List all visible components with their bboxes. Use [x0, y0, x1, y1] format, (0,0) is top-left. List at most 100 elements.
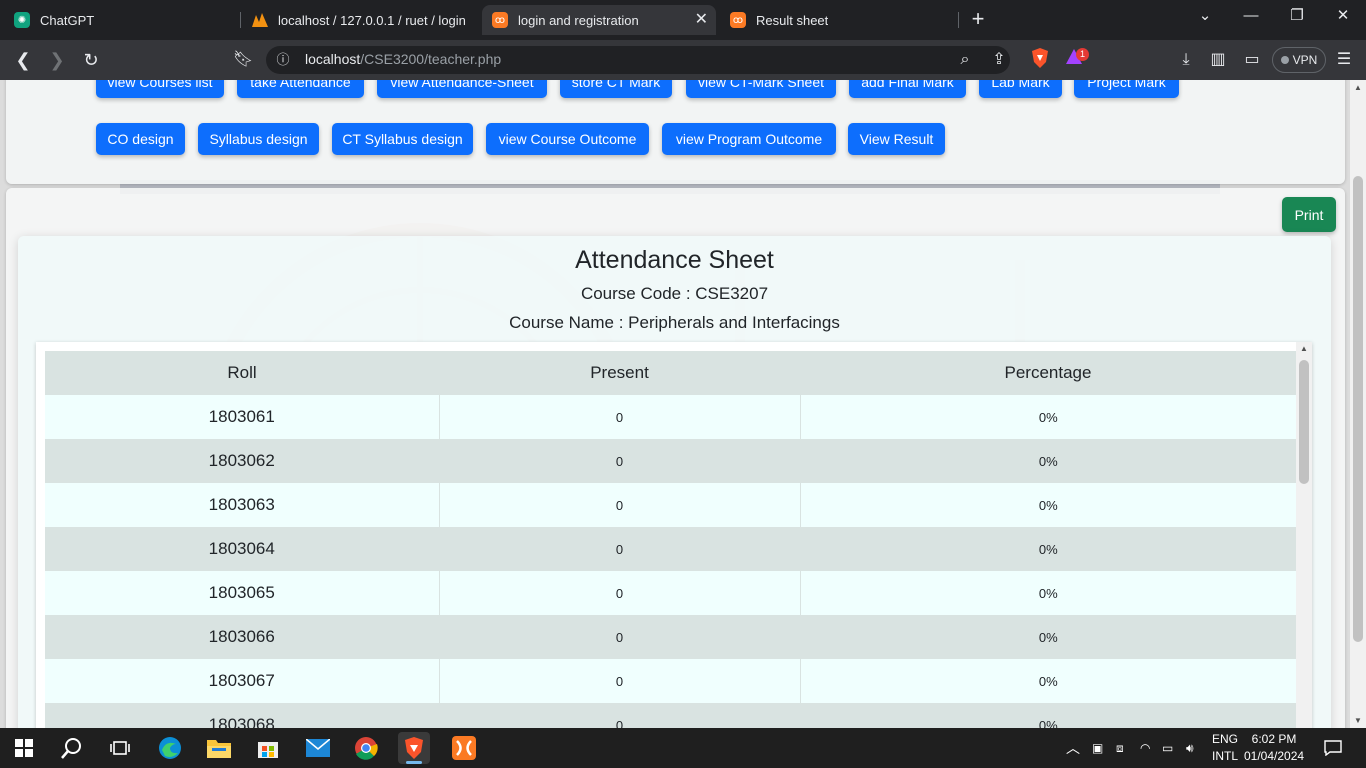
table-scrollbar-thumb[interactable] [1299, 360, 1309, 484]
roll-cell: 1803067 [45, 659, 440, 703]
wallet-icon[interactable]: ▭ [1240, 48, 1264, 72]
present-cell: 0 [439, 527, 801, 571]
present-cell: 0 [439, 439, 801, 483]
back-icon[interactable]: ❮ [11, 48, 35, 72]
input-language[interactable]: ENG INTL [1212, 731, 1238, 765]
syllabus-design-button[interactable]: Syllabus design [198, 123, 319, 155]
brave-icon[interactable] [398, 732, 430, 764]
chrome-icon[interactable] [350, 732, 382, 764]
column-header-present: Present [439, 351, 800, 395]
present-cell: 0 [439, 703, 801, 728]
tab-phpmyadmin[interactable]: localhost / 127.0.0.1 / ruet / login | p [242, 5, 478, 35]
co-design-button[interactable]: CO design [96, 123, 185, 155]
wifi-icon[interactable]: ◠ [1140, 728, 1150, 768]
tab-label: ChatGPT [40, 12, 95, 28]
present-cell: 0 [439, 395, 801, 439]
table-row: 1803065 0 0% [45, 571, 1296, 615]
brave-shields-icon[interactable] [1028, 48, 1052, 72]
task-view-icon[interactable] [104, 732, 136, 764]
view-course-outcome-button[interactable]: view Course Outcome [486, 123, 649, 155]
close-tab-icon[interactable]: ✕ [695, 11, 708, 29]
site-info-icon[interactable]: ⓘ [271, 48, 295, 72]
menu-icon[interactable]: ☰ [1332, 48, 1356, 72]
keyboard-layout: INTL [1212, 749, 1239, 763]
browser-tab-strip: ✺ ChatGPT localhost / 127.0.0.1 / ruet /… [0, 0, 1366, 40]
tab-login-registration[interactable]: ꝏ login and registration ✕ [482, 5, 716, 35]
notification-badge: 1 [1076, 48, 1089, 61]
view-ct-mark-sheet-button[interactable]: view CT-Mark Sheet [686, 80, 836, 98]
add-final-mark-button[interactable]: add Final Mark [849, 80, 966, 98]
ct-syllabus-design-button[interactable]: CT Syllabus design [332, 123, 473, 155]
table-row: 1803061 0 0% [45, 395, 1296, 439]
mail-icon[interactable] [302, 732, 334, 764]
attendance-table: Roll Present Percentage 1803061 0 0% 180… [45, 351, 1296, 728]
phpmyadmin-icon [252, 12, 268, 28]
xampp-icon[interactable] [448, 732, 480, 764]
project-mark-button[interactable]: Project Mark [1074, 80, 1179, 98]
course-code: Course Code : CSE3207 [580, 284, 769, 303]
take-attendance-button[interactable]: take Attendance [237, 80, 364, 98]
page-viewport: view Courses list take Attendance view A… [0, 80, 1366, 728]
display-icon[interactable]: ⧈ [1116, 728, 1124, 768]
url-path: /CSE3200/teacher.php [360, 51, 502, 67]
print-button[interactable]: Print [1282, 197, 1336, 232]
table-row: 1803068 0 0% [45, 703, 1296, 728]
page-scrollbar[interactable]: ▲ ▼ [1350, 80, 1366, 728]
tab-chatgpt[interactable]: ✺ ChatGPT [4, 5, 234, 35]
edge-icon[interactable] [154, 732, 186, 764]
reload-icon[interactable]: ↻ [79, 48, 103, 72]
sidebar-icon[interactable]: ▥ [1206, 48, 1230, 72]
present-cell: 0 [439, 615, 801, 659]
scroll-up-icon[interactable]: ▲ [1354, 83, 1362, 92]
scroll-up-icon[interactable]: ▲ [1300, 344, 1308, 353]
notifications-icon[interactable] [1324, 728, 1342, 768]
view-courses-list-button[interactable]: view Courses list [96, 80, 224, 98]
share-icon[interactable]: ⇪ [987, 48, 1011, 72]
forward-icon[interactable]: ❯ [45, 48, 69, 72]
clock[interactable]: 6:02 PM 01/04/2024 [1244, 731, 1304, 765]
restore-icon[interactable]: ❐ [1274, 4, 1320, 28]
table-scrollbar[interactable]: ▲ [1296, 342, 1312, 728]
tab-result-sheet[interactable]: ꝏ Result sheet [720, 5, 956, 35]
search-icon[interactable] [56, 732, 88, 764]
view-result-button[interactable]: View Result [848, 123, 945, 155]
volume-icon[interactable]: 🔊︎ [1186, 728, 1194, 768]
table-row: 1803063 0 0% [45, 483, 1296, 527]
new-tab-button[interactable]: + [966, 8, 990, 30]
roll-cell: 1803063 [45, 483, 440, 527]
percentage-cell: 0% [800, 615, 1296, 659]
language-code: ENG [1212, 732, 1239, 746]
percentage-cell: 0% [800, 527, 1296, 571]
view-attendance-sheet-button[interactable]: view Attendance-Sheet [377, 80, 547, 98]
store-icon[interactable] [252, 732, 284, 764]
battery-icon[interactable]: ▭ [1162, 728, 1173, 768]
scroll-down-icon[interactable]: ▼ [1354, 716, 1362, 725]
show-hidden-icons[interactable]: ︿ [1066, 728, 1080, 768]
bookmark-icon[interactable]: 🔖︎ [231, 48, 255, 72]
course-name: Course Name : Peripherals and Interfacin… [509, 313, 840, 332]
downloads-icon[interactable]: ⤓ [1174, 48, 1198, 72]
roll-cell: 1803066 [45, 615, 440, 659]
close-window-icon[interactable]: ✕ [1320, 4, 1366, 28]
percentage-cell: 0% [800, 659, 1296, 703]
page-scrollbar-thumb[interactable] [1353, 176, 1363, 642]
url-text[interactable]: localhost/CSE3200/teacher.php [305, 51, 501, 67]
view-program-outcome-button[interactable]: view Program Outcome [662, 123, 836, 155]
file-explorer-icon[interactable] [203, 732, 235, 764]
minimize-icon[interactable]: — [1228, 4, 1274, 28]
roll-cell: 1803068 [45, 703, 440, 728]
roll-cell: 1803065 [45, 571, 440, 615]
tab-search-icon[interactable]: ⌄ [1182, 4, 1228, 28]
vpn-button[interactable]: VPN [1272, 47, 1326, 73]
windows-taskbar: ︿ ▣ ⧈ ◠ ▭ 🔊︎ ENG INTL 6:02 PM 01/04/2024 [0, 728, 1366, 768]
percentage-cell: 0% [800, 439, 1296, 483]
present-cell: 0 [439, 483, 801, 527]
zoom-icon[interactable]: ⌕ [953, 48, 977, 72]
meet-now-icon[interactable]: ▣ [1092, 728, 1103, 768]
xampp-icon: ꝏ [492, 12, 508, 28]
xampp-icon: ꝏ [730, 12, 746, 28]
start-icon[interactable] [8, 732, 40, 764]
store-ct-mark-button[interactable]: store CT Mark [560, 80, 672, 98]
percentage-cell: 0% [800, 571, 1296, 615]
lab-mark-button[interactable]: Lab Mark [979, 80, 1062, 98]
